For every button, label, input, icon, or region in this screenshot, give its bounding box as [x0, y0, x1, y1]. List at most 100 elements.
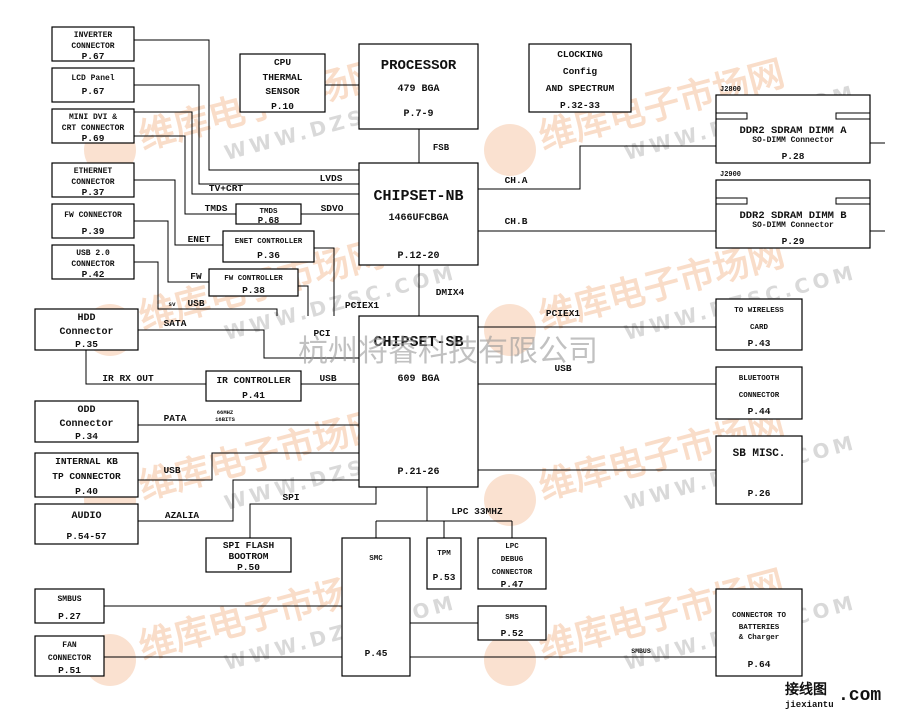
block-label: SO-DIMM Connector	[752, 136, 834, 145]
block-smc: SMC P.45	[341, 537, 411, 677]
block-tmds: TMDSP.68	[235, 203, 302, 226]
block-label: CONNECTOR	[71, 42, 114, 51]
block-usb20: USB 2.0 CONNECTORP.42	[51, 244, 135, 280]
bus-label-dmix4: DMIX4	[436, 287, 465, 298]
block-kb: INTERNAL KB TP CONNECTOR P.40	[34, 452, 139, 498]
block-battery: CONNECTOR TO BATTERIES & Charger P.64	[715, 588, 803, 677]
block-label: AUDIO	[71, 511, 101, 522]
block-fwctl: FW CONTROLLER P.38	[208, 268, 299, 297]
block-label: Connector	[59, 327, 113, 338]
block-label: 609 BGA	[397, 374, 439, 385]
block-label: SMC	[369, 555, 383, 563]
block-enetctl: ENET CONTROLLER P.36	[222, 230, 315, 263]
block-label: P.39	[82, 226, 105, 237]
bus-label-chb: CH.B	[505, 216, 528, 227]
corner-logo: 接线图	[785, 681, 827, 699]
block-label: P.36	[257, 250, 280, 261]
block-label: P.32-33	[560, 100, 600, 111]
block-label: TO WIRELESS	[734, 307, 784, 315]
block-processor: PROCESSOR 479 BGA P.7-9	[358, 43, 479, 130]
block-label: PROCESSOR	[381, 58, 457, 74]
bus-label-azalia: AZALIA	[165, 510, 200, 521]
block-label: SPI FLASH	[223, 540, 275, 551]
block-label: P.7-9	[403, 109, 433, 120]
bus-label-usb2: USB	[319, 373, 336, 384]
block-label: Config	[563, 66, 598, 77]
bus-label-sdvo: SDVO	[321, 203, 344, 214]
block-label: INTERNAL KB	[55, 456, 118, 467]
block-label: P.27	[58, 611, 81, 622]
block-lcd: LCD Panel P.67	[51, 67, 135, 103]
block-label: HDD	[77, 313, 95, 324]
block-inverter: INVERTER CONNECTORP.67	[51, 26, 135, 62]
block-odd: ODD ConnectorP.34	[34, 400, 139, 443]
block-sms: SMS P.52	[477, 605, 547, 641]
bus-label-spi: SPI	[282, 492, 299, 503]
block-label: DEBUG	[501, 556, 524, 564]
block-label: CONNECTOR	[739, 392, 780, 400]
block-label: P.40	[75, 486, 98, 497]
block-label: ETHERNET	[74, 167, 113, 176]
block-label: P.67	[82, 51, 105, 62]
block-label: P.43	[748, 338, 771, 349]
block-fwconn: FW CONNECTOR P.39	[51, 203, 135, 239]
block-label: P.10	[271, 101, 294, 112]
block-label: 479 BGA	[397, 84, 439, 95]
bus-label-fw: FW	[190, 271, 202, 282]
block-label: FAN	[62, 641, 77, 650]
block-diagram: 维库电子市场网WWW.DZSC.COM维库电子市场网WWW.DZSC.COM维库…	[0, 0, 900, 710]
block-dimmb: J2900DDR2 SDRAM DIMM BSO-DIMM ConnectorP…	[715, 171, 871, 249]
bus-label-lpc: LPC 33MHZ	[451, 506, 503, 517]
block-label: FW CONNECTOR	[64, 211, 122, 220]
block-label: P.45	[365, 648, 388, 659]
block-label: P.52	[501, 628, 524, 639]
block-tpm: TPM P.53	[426, 537, 462, 590]
block-clocking: CLOCKING Config AND SPECTRUM P.32-33	[528, 43, 632, 113]
block-label: BOOTROM	[229, 551, 269, 562]
block-label: CPU	[274, 57, 291, 68]
block-label: P.37	[82, 187, 105, 198]
block-label: P.41	[242, 390, 265, 401]
bus-label-pata-note2: 16BITS	[215, 416, 236, 423]
block-label: SMBUS	[57, 595, 81, 604]
block-label: CRT CONNECTOR	[62, 124, 125, 133]
bus-label-fsb: FSB	[433, 143, 450, 153]
block-label: P.26	[748, 488, 771, 499]
block-bluetooth: BLUETOOTH CONNECTOR P.44	[715, 366, 803, 420]
block-label: P.47	[501, 579, 524, 590]
block-label: USB 2.0	[76, 249, 110, 258]
block-dimma: J2800DDR2 SDRAM DIMM ASO-DIMM ConnectorP…	[715, 86, 871, 164]
block-label: & Charger	[739, 634, 780, 642]
corner-com: .com	[838, 686, 881, 706]
diagram-canvas: 维库电子市场网WWW.DZSC.COM维库电子市场网WWW.DZSC.COM维库…	[34, 26, 885, 710]
bus-label-pciex1a: PCIEX1	[345, 300, 380, 311]
block-label: INVERTER	[74, 31, 113, 40]
bus-label-tvcrt: TV+CRT	[209, 183, 244, 194]
bus-label-pciex1b: PCIEX1	[546, 308, 581, 319]
block-label: P.38	[242, 285, 265, 296]
block-label: SO-DIMM Connector	[752, 221, 834, 230]
bus-label-smbus: SMBUS	[631, 648, 651, 655]
block-lpcdebug: LPC DEBUG CONNECTOR P.47	[477, 537, 547, 590]
block-label: ENET CONTROLLER	[235, 238, 303, 246]
refdes-label: J2800	[720, 86, 741, 94]
block-label: SMS	[505, 614, 519, 622]
block-label: P.68	[258, 216, 280, 226]
block-label: TMDS	[259, 208, 278, 216]
block-spiflash: SPI FLASHBOOTROMP.50	[205, 537, 292, 573]
block-label: THERMAL	[263, 72, 303, 83]
block-label: CHIPSET-NB	[373, 188, 463, 205]
block-minidvi: MINI DVI & CRT CONNECTORP.69	[51, 108, 135, 144]
block-label: TPM	[437, 550, 451, 558]
block-label: P.53	[433, 572, 456, 583]
block-label: CONNECTOR	[71, 178, 114, 187]
bus-label-enet: ENET	[188, 234, 211, 245]
bus-label-cha: CH.A	[505, 175, 528, 186]
block-label: 1466UFCBGA	[388, 213, 448, 224]
block-label: SENSOR	[265, 86, 300, 97]
block-label: FW CONTROLLER	[224, 275, 283, 283]
bus-label-lvds: LVDS	[320, 173, 343, 184]
refdes-label: J2900	[720, 171, 741, 179]
block-wireless: TO WIRELESS CARD P.43	[715, 298, 803, 351]
block-hdd: HDD ConnectorP.35	[34, 308, 139, 351]
